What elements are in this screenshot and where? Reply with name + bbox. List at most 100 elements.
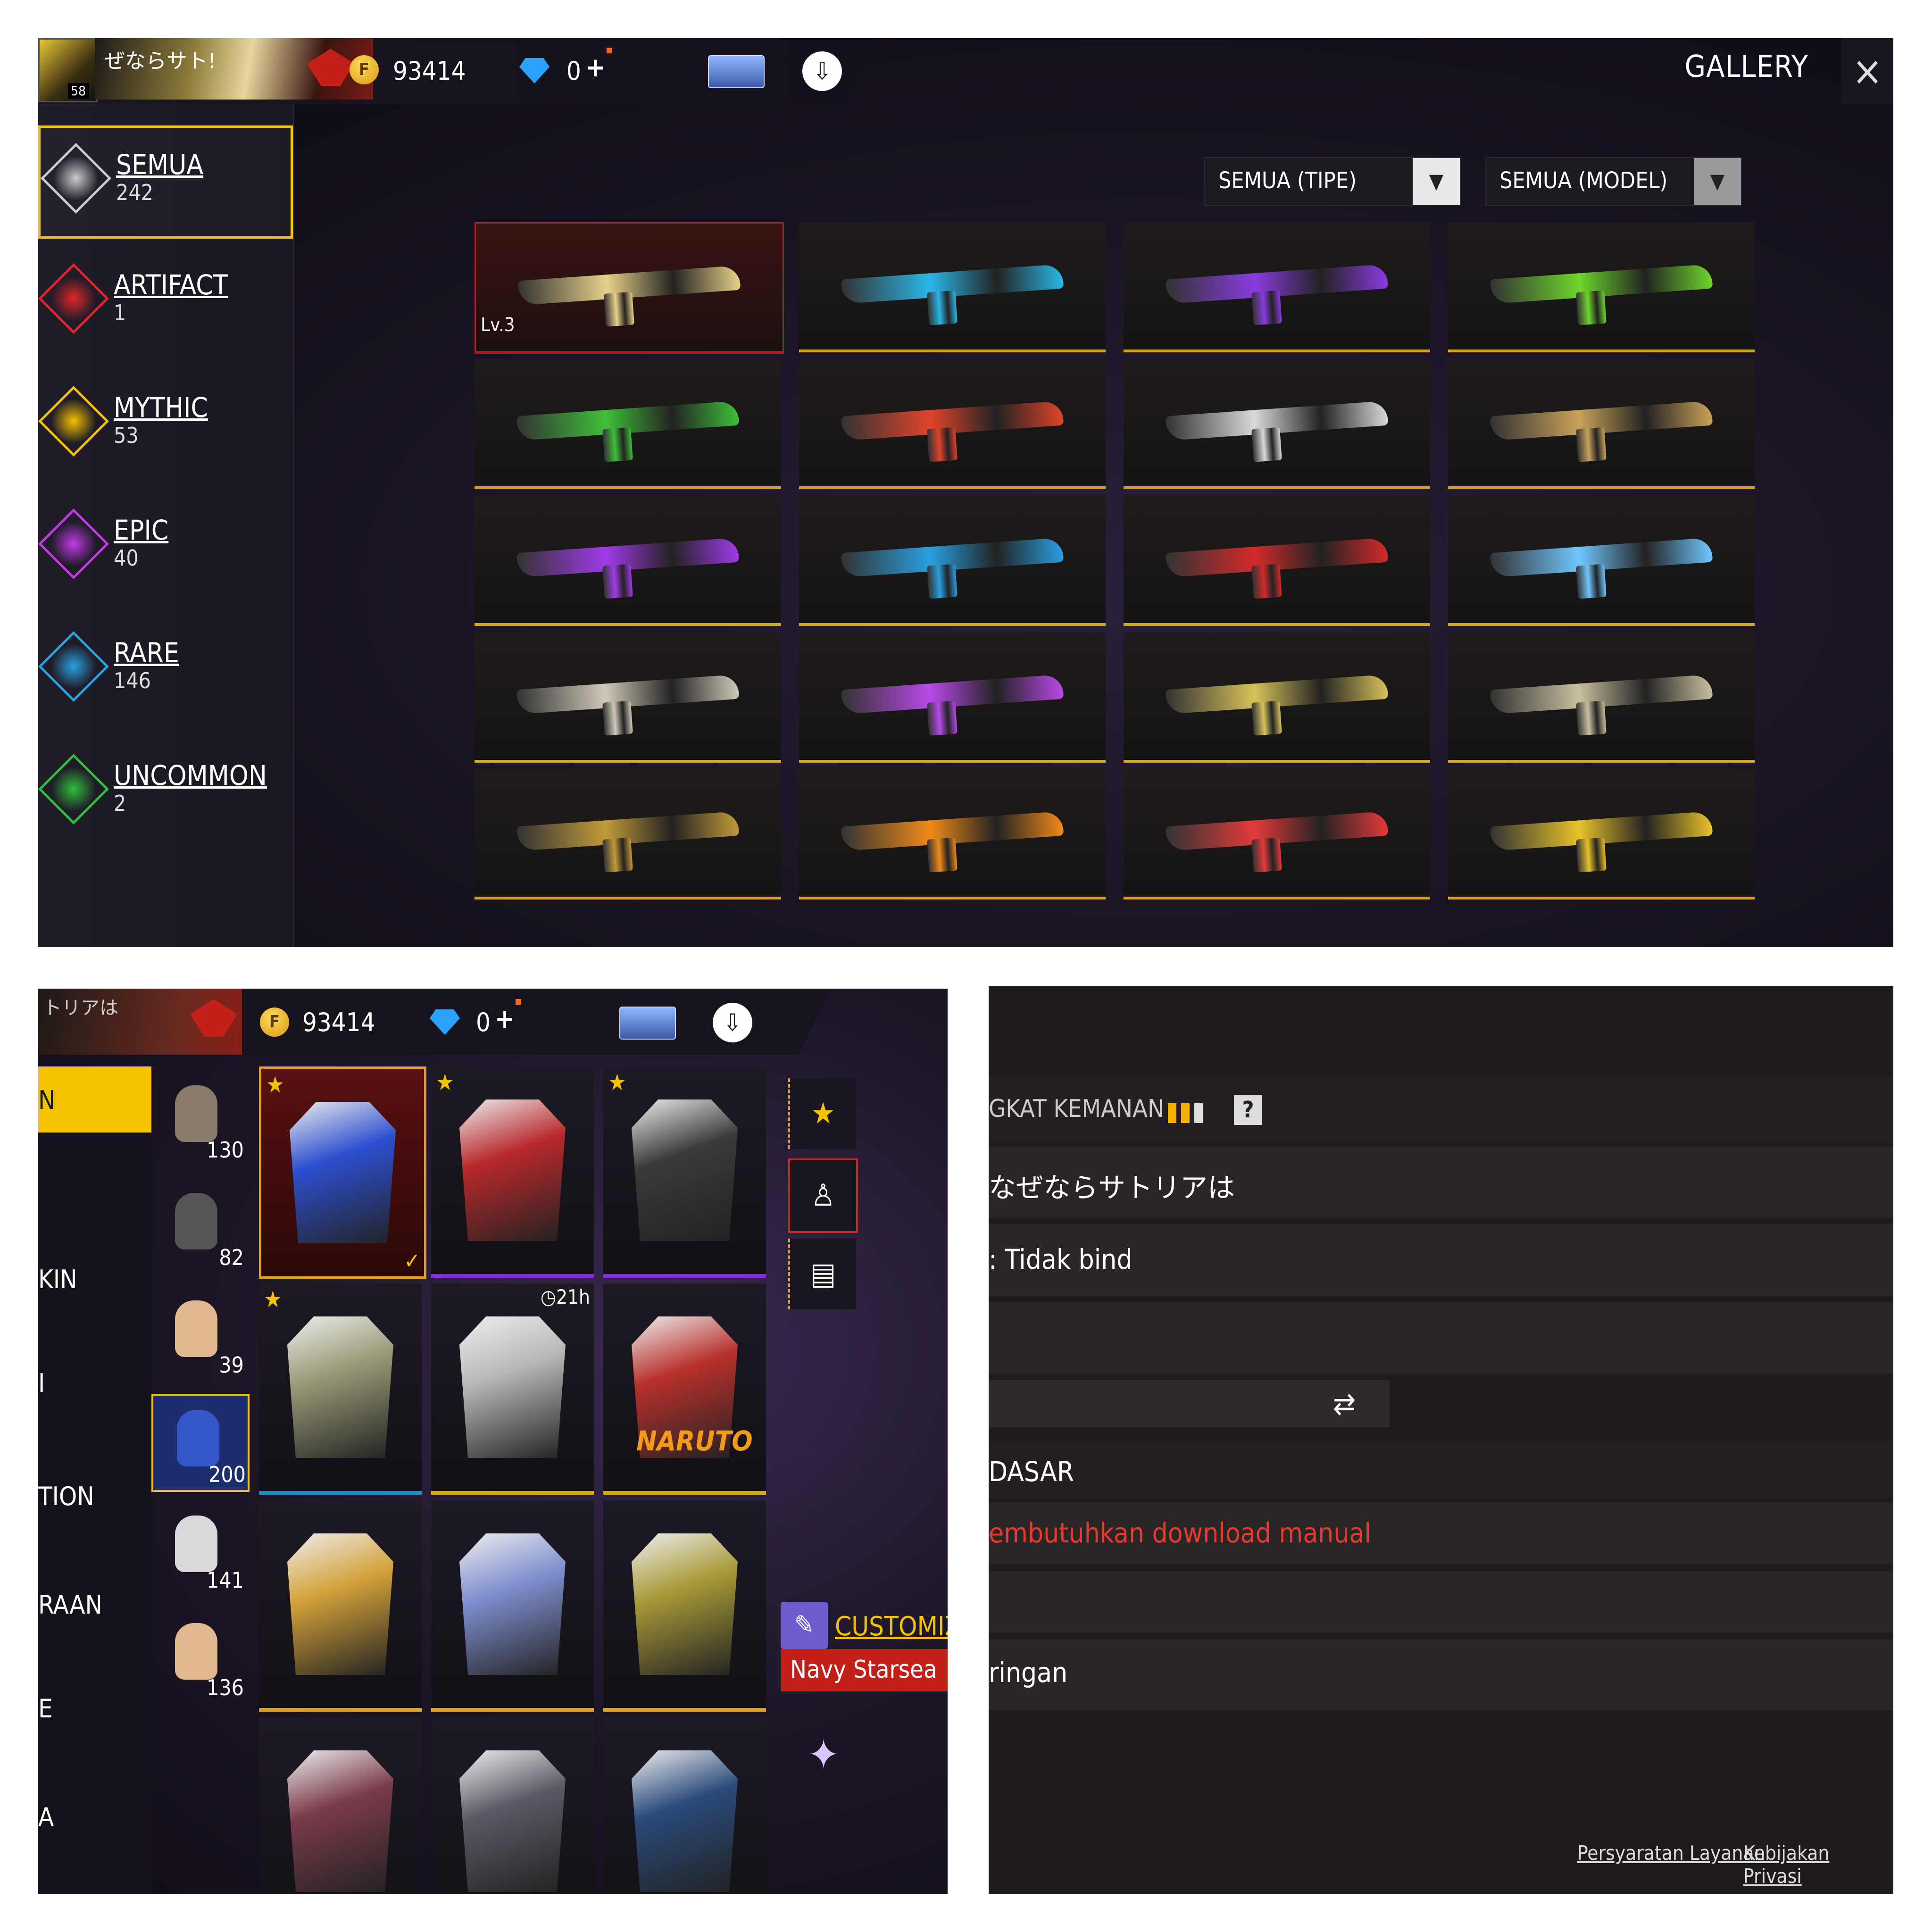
- weapon-image: [1165, 400, 1389, 441]
- weapon-skin-card[interactable]: [475, 769, 781, 899]
- weapon-skin-card[interactable]: [1448, 633, 1755, 763]
- player-banner[interactable]: トリアは: [38, 989, 242, 1055]
- sidebar-item-label: MYTHIC: [114, 391, 208, 424]
- outfit-card[interactable]: [259, 1717, 422, 1894]
- weapon-image: [841, 400, 1064, 441]
- terms-of-service-link[interactable]: Persyaratan Layanan: [1577, 1841, 1765, 1865]
- guild-emblem-icon: [190, 999, 237, 1037]
- category-tab[interactable]: E: [38, 1694, 53, 1724]
- body-part-item[interactable]: 136: [151, 1609, 246, 1703]
- player-avatar[interactable]: 58: [38, 38, 98, 102]
- outfit-image: [459, 1533, 566, 1675]
- weapon-skin-card[interactable]: Lv.3: [475, 222, 784, 354]
- outfit-card[interactable]: NARUTO: [603, 1283, 766, 1495]
- sidebar-item-rare[interactable]: RARE 146: [38, 616, 293, 724]
- model-filter-dropdown[interactable]: SEMUA (MODEL) ▼: [1485, 157, 1742, 206]
- weapon-skin-card[interactable]: [1124, 496, 1430, 626]
- cloud-download-icon[interactable]: ⇩: [802, 51, 842, 91]
- weapon-skin-card[interactable]: [799, 496, 1106, 626]
- player-banner[interactable]: ぜならサト!: [95, 38, 373, 100]
- body-part-item[interactable]: 200: [151, 1394, 250, 1492]
- sidebar-item-uncommon[interactable]: UNCOMMON 2: [38, 739, 293, 847]
- weapon-skin-card[interactable]: [1124, 769, 1430, 899]
- outfit-card[interactable]: [431, 1717, 594, 1894]
- weapon-skin-card[interactable]: [799, 222, 1106, 352]
- rarity-sidebar: SEMUA 242 ARTIFACT 1 MYTHIC 53 EPIC 40 RARE 146 UN…: [38, 104, 294, 947]
- category-tab[interactable]: KIN: [38, 1265, 77, 1294]
- outfit-card[interactable]: ★: [603, 1066, 766, 1278]
- category-tab[interactable]: N: [38, 1085, 55, 1115]
- weapon-skin-card[interactable]: [1124, 222, 1430, 352]
- sidebar-item-artifact[interactable]: ARTIFACT 1: [38, 248, 293, 357]
- topup-plus-button[interactable]: +: [585, 52, 605, 83]
- chevron-down-icon[interactable]: ▼: [1694, 158, 1741, 205]
- outfit-card[interactable]: ★ ✓: [259, 1066, 426, 1279]
- outfit-image: [287, 1750, 393, 1892]
- weapon-skin-card[interactable]: [475, 496, 781, 626]
- account-switch-bar[interactable]: ⇄: [989, 1380, 1390, 1427]
- outfit-card[interactable]: [603, 1500, 766, 1712]
- customize-button[interactable]: ✎ CUSTOMIZE: [781, 1602, 948, 1649]
- close-icon[interactable]: ×: [1841, 38, 1893, 104]
- body-part-item[interactable]: 130: [151, 1071, 246, 1166]
- sidebar-item-count: 53: [114, 423, 139, 448]
- outfit-card[interactable]: ★: [259, 1283, 422, 1495]
- sidebar-item-mythic[interactable]: MYTHIC 53: [38, 371, 293, 479]
- bind-status-row: : Tidak bind: [989, 1224, 1893, 1296]
- sidebar-item-label: EPIC: [114, 514, 169, 546]
- body-part-count: 39: [219, 1352, 244, 1378]
- category-tab[interactable]: I: [38, 1368, 45, 1398]
- empty-setting-row[interactable]: [989, 1571, 1893, 1632]
- category-tab[interactable]: A: [38, 1802, 54, 1832]
- swap-icon[interactable]: ⇄: [1333, 1387, 1356, 1422]
- body-part-item[interactable]: 141: [151, 1501, 246, 1596]
- sparkle-effect-icon[interactable]: ✦: [793, 1724, 854, 1786]
- player-name: ぜならサト!: [104, 49, 216, 73]
- membership-card-icon[interactable]: [619, 1007, 676, 1040]
- weapon-skin-card[interactable]: [1448, 222, 1755, 352]
- outfit-image: [287, 1316, 393, 1458]
- timer-value: 21h: [556, 1285, 590, 1308]
- category-tab[interactable]: TION: [38, 1482, 94, 1511]
- light-mode-row[interactable]: ringan: [989, 1640, 1893, 1710]
- rarity-diamond-icon: [38, 263, 109, 334]
- chevron-down-icon[interactable]: ▼: [1413, 158, 1460, 205]
- mannequin-button[interactable]: ♙: [788, 1158, 858, 1233]
- weapon-skin-card[interactable]: [799, 359, 1106, 489]
- wardrobe-set-button[interactable]: ▤: [788, 1239, 856, 1309]
- category-tab[interactable]: RAAN: [38, 1590, 102, 1620]
- weapon-skin-card[interactable]: [1448, 359, 1755, 489]
- sidebar-item-epic[interactable]: EPIC 40: [38, 493, 293, 602]
- membership-card-icon[interactable]: [708, 55, 765, 88]
- clock-icon: ◷: [540, 1285, 556, 1308]
- outfit-card[interactable]: [259, 1500, 422, 1712]
- outfit-card[interactable]: [603, 1717, 766, 1894]
- privacy-policy-link[interactable]: Kebijakan Privasi: [1743, 1841, 1893, 1888]
- weapon-skin-card[interactable]: [1124, 633, 1430, 763]
- gold-coin-icon: F: [350, 55, 379, 84]
- weapon-skin-card[interactable]: [799, 633, 1106, 763]
- weapon-image: [841, 674, 1064, 715]
- light-mode-label: ringan: [989, 1657, 1068, 1689]
- body-part-thumbnail: [175, 1516, 217, 1572]
- sidebar-item-semua[interactable]: SEMUA 242: [38, 125, 293, 239]
- weapon-skin-card[interactable]: [799, 769, 1106, 899]
- topup-plus-button[interactable]: +: [495, 1004, 515, 1034]
- weapon-skin-card[interactable]: [1124, 359, 1430, 489]
- weapon-skin-card[interactable]: [1448, 496, 1755, 626]
- help-icon[interactable]: ?: [1234, 1095, 1262, 1125]
- body-part-count: 200: [208, 1462, 246, 1487]
- sidebar-item-label: ARTIFACT: [114, 269, 228, 301]
- body-part-item[interactable]: 39: [151, 1286, 246, 1381]
- weapon-image: [1165, 811, 1389, 851]
- outfit-card[interactable]: ★: [431, 1066, 594, 1278]
- type-filter-dropdown[interactable]: SEMUA (TIPE) ▼: [1204, 157, 1461, 206]
- weapon-skin-card[interactable]: [1448, 769, 1755, 899]
- body-part-item[interactable]: 82: [151, 1179, 246, 1273]
- outfit-card[interactable]: ◷21h: [431, 1283, 594, 1495]
- outfit-card[interactable]: [431, 1500, 594, 1712]
- cloud-download-icon[interactable]: ⇩: [713, 1003, 752, 1042]
- weapon-skin-card[interactable]: [475, 359, 781, 489]
- weapon-skin-card[interactable]: [475, 633, 781, 763]
- favorite-star-button[interactable]: ★: [788, 1078, 856, 1149]
